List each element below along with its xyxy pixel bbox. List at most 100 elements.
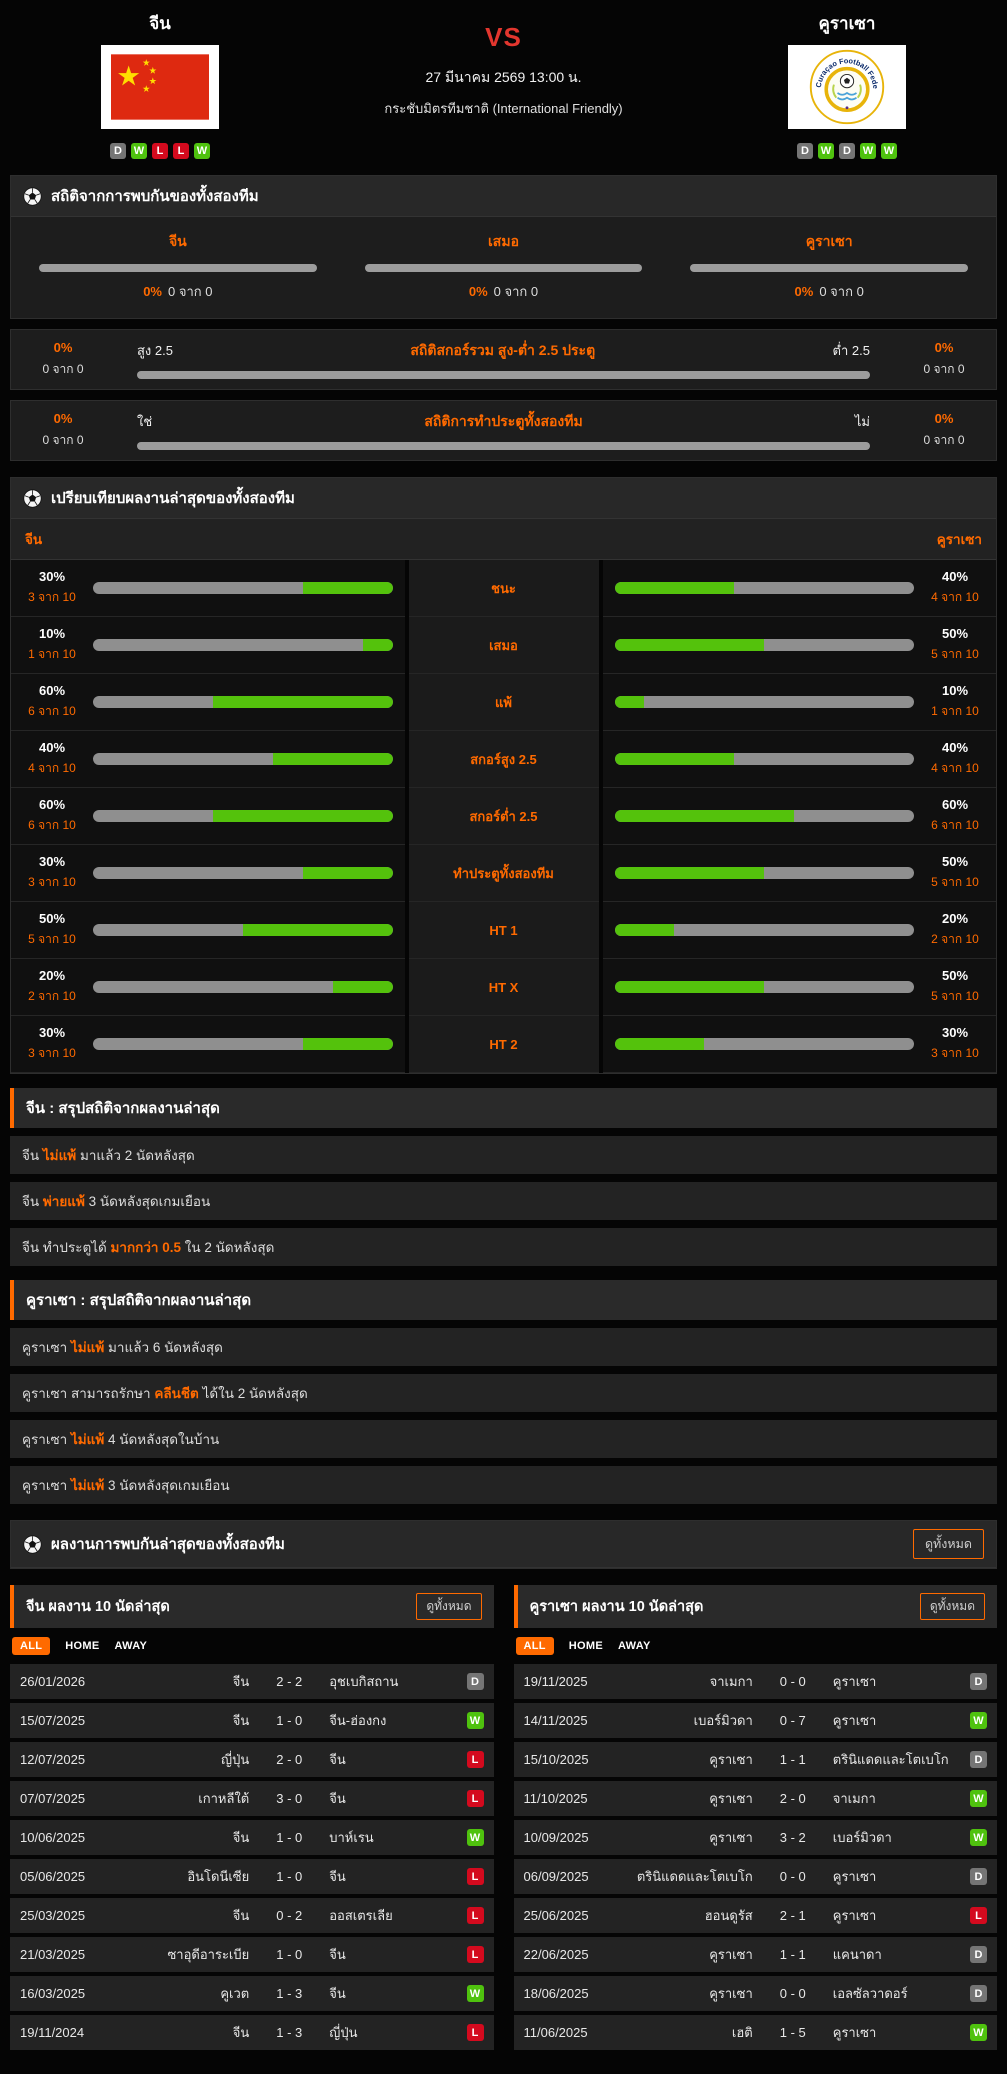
h2h-columns: จีน0%0 จาก 0เสมอ0%0 จาก 0คูราเซา0%0 จาก … [11, 217, 996, 318]
home-side: 60%6 จาก 10 [11, 788, 405, 845]
match-date: 15/10/2025 [524, 1752, 616, 1767]
away-team: ญี่ปุ่น [317, 2022, 466, 2043]
away-team-name: คูราเซา [687, 10, 1007, 37]
meetings-section: ผลงานการพบกันล่าสุดของทั้งสองทีม ดูทั้งห… [10, 1520, 997, 1569]
summary-row: คูราเซา สามารถรักษา คลีนชีต ได้ใน 2 นัดห… [10, 1374, 997, 1412]
bar-fill [615, 867, 765, 879]
form-badge-w: W [131, 143, 147, 159]
away-stat: 50%5 จาก 10 [926, 626, 984, 664]
tab-home[interactable]: HOME [569, 1640, 603, 1652]
count-value: 5 จาก 10 [23, 930, 81, 949]
home-stat: 60%6 จาก 10 [23, 683, 81, 721]
match-date: 10/09/2025 [524, 1830, 616, 1845]
away-bar [615, 639, 915, 651]
form-badge-d: D [797, 143, 813, 159]
home-side: 20%2 จาก 10 [11, 959, 405, 1016]
away-team: จีน [317, 1788, 466, 1809]
away-stat: 40%4 จาก 10 [926, 740, 984, 778]
comparison-row: 10%1 จาก 10เสมอ50%5 จาก 10 [11, 617, 996, 674]
away-team: จีน [317, 1944, 466, 1965]
count-value: 3 จาก 10 [926, 1044, 984, 1063]
home-bar [93, 924, 393, 936]
percent-value: 30% [926, 1025, 984, 1040]
home-team: เบอร์มิวดา [616, 1710, 765, 1731]
match-row: 12/07/2025ญี่ปุ่น2 - 0จีนL [10, 1742, 494, 1777]
home-bar [93, 639, 393, 651]
percent-value: 0% [906, 411, 982, 426]
match-score: 1 - 0 [261, 1947, 317, 1962]
away-team: จาเมกา [821, 1788, 970, 1809]
result-badge: W [970, 2024, 987, 2041]
match-row: 14/11/2025เบอร์มิวดา0 - 7คูราเซาW [514, 1703, 998, 1738]
count-value: 5 จาก 10 [926, 873, 984, 892]
percent-value: 20% [926, 911, 984, 926]
away-team: คูราเซา [821, 1710, 970, 1731]
tab-away[interactable]: AWAY [618, 1640, 651, 1652]
result-badge: W [467, 1985, 484, 2002]
metric-label: ชนะ [409, 560, 599, 617]
count-value: 2 จาก 10 [23, 987, 81, 1006]
under-label: ต่ำ 2.5 [833, 340, 870, 361]
tab-all[interactable]: ALL [516, 1637, 554, 1655]
percent-value: 50% [926, 968, 984, 983]
result-badge: D [970, 1985, 987, 2002]
h2h-section-title: สถิติจากการพบกันของทั้งสองทีม [51, 184, 259, 208]
away-summary-section: คูราเซา : สรุปสถิติจากผลงานล่าสุด คูราเซ… [0, 1280, 1007, 1504]
result-badge: W [467, 1829, 484, 1846]
match-row: 16/03/2025คูเวต1 - 3จีนW [10, 1976, 494, 2011]
home-team: คูราเซา [616, 1827, 765, 1848]
home-side: 50%5 จาก 10 [11, 902, 405, 959]
tab-all[interactable]: ALL [12, 1637, 50, 1655]
result-badge: L [467, 1868, 484, 1885]
over-under-bar [137, 371, 870, 379]
percent-value: 30% [23, 854, 81, 869]
home-table-view-all-button[interactable]: ดูทั้งหมด [416, 1593, 481, 1620]
btts-bar [137, 442, 870, 450]
bar-fill [615, 696, 645, 708]
match-row: 18/06/2025คูราเซา0 - 0เอลซัลวาดอร์D [514, 1976, 998, 2011]
bar-fill [615, 924, 675, 936]
match-row: 26/01/2026จีน2 - 2อุชเบกิสถานD [10, 1664, 494, 1699]
home-stat: 30%3 จาก 10 [23, 1025, 81, 1063]
result-badge: D [970, 1946, 987, 1963]
match-score: 1 - 3 [261, 2025, 317, 2040]
comparison-row: 20%2 จาก 10HT X50%5 จาก 10 [11, 959, 996, 1016]
meetings-view-all-button[interactable]: ดูทั้งหมด [913, 1529, 984, 1559]
match-date: 26/01/2026 [20, 1674, 112, 1689]
bar-fill [273, 753, 393, 765]
away-form-badges: DWDWW [687, 143, 1007, 159]
away-team: จีน-ฮ่องกง [317, 1710, 466, 1731]
match-score: 2 - 0 [765, 1791, 821, 1806]
home-side: 30%3 จาก 10 [11, 845, 405, 902]
match-score: 2 - 1 [765, 1908, 821, 1923]
match-row: 10/09/2025คูราเซา3 - 2เบอร์มิวดาW [514, 1820, 998, 1855]
form-badge-l: L [152, 143, 168, 159]
tab-home[interactable]: HOME [65, 1640, 99, 1652]
comparison-row: 30%3 จาก 10HT 230%3 จาก 10 [11, 1016, 996, 1073]
match-date: 15/07/2025 [20, 1713, 112, 1728]
home-team-block: จีน DWLLW [0, 10, 320, 159]
match-row: 15/10/2025คูราเซา1 - 1ตรินิแดดและโตเบโกD [514, 1742, 998, 1777]
percent-value: 50% [926, 626, 984, 641]
home-team: คูเวต [112, 1983, 261, 2004]
match-score: 2 - 2 [261, 1674, 317, 1689]
away-bar [615, 924, 915, 936]
tab-away[interactable]: AWAY [115, 1640, 148, 1652]
result-badge: W [970, 1712, 987, 1729]
comparison-row: 60%6 จาก 10แพ้10%1 จาก 10 [11, 674, 996, 731]
home-team: จาเมกา [616, 1671, 765, 1692]
comparison-row: 30%3 จาก 10ชนะ40%4 จาก 10 [11, 560, 996, 617]
away-table-view-all-button[interactable]: ดูทั้งหมด [920, 1593, 985, 1620]
match-score: 1 - 3 [261, 1986, 317, 2001]
match-date: 25/06/2025 [524, 1908, 616, 1923]
bar-fill [363, 639, 393, 651]
away-team: จีน [317, 1983, 466, 2004]
h2h-column-label: คูราเซา [690, 231, 968, 253]
home-results-table: จีน ผลงาน 10 นัดล่าสุด ดูทั้งหมด ALL HOM… [10, 1585, 494, 2054]
home-team: เฮติ [616, 2022, 765, 2043]
away-team: แคนาดา [821, 1944, 970, 1965]
away-results-table: คูราเซา ผลงาน 10 นัดล่าสุด ดูทั้งหมด ALL… [514, 1585, 998, 2054]
match-datetime: 27 มีนาคม 2569 13:00 น. [320, 67, 687, 89]
home-stat: 30%3 จาก 10 [23, 854, 81, 892]
home-team-flag [101, 45, 219, 129]
